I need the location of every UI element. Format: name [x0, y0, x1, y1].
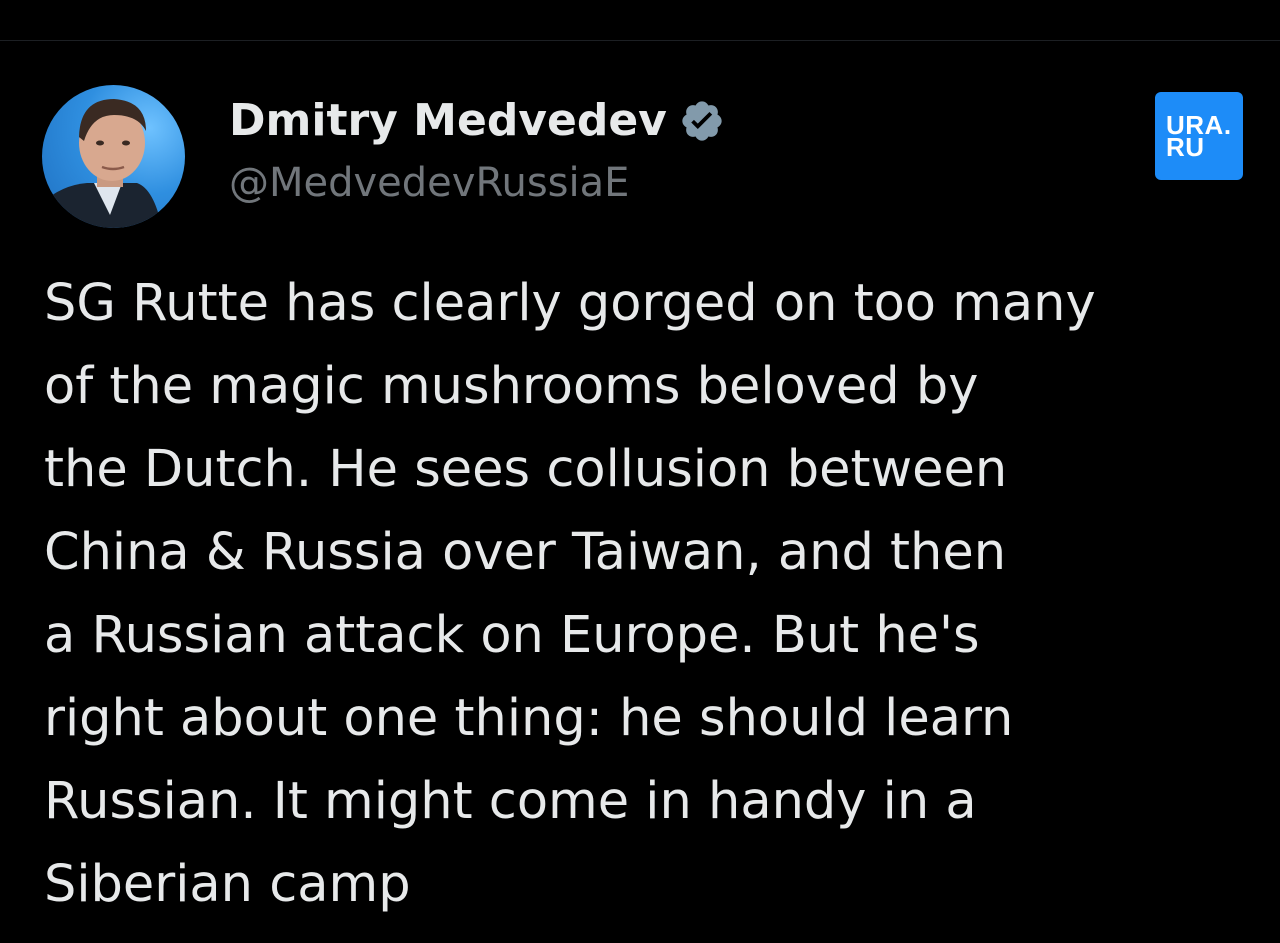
tweet-text-line: of the magic mushrooms beloved by [44, 357, 979, 416]
top-divider [0, 40, 1280, 41]
tweet-text-line: China & Russia over Taiwan, and then [44, 523, 1007, 582]
tweet-text-line: SG Rutte has clearly gorged on too many [44, 274, 1096, 333]
avatar-photo [42, 99, 162, 228]
tweet-text-line: Russian. It might come in handy in a [44, 772, 977, 831]
verified-badge-icon [679, 98, 725, 144]
author-name-row[interactable]: Dmitry Medvedev [229, 94, 725, 148]
tweet-text-line: right about one thing: he should learn [44, 689, 1014, 748]
tweet-text-line: the Dutch. He sees collusion between [44, 440, 1008, 499]
tweet-body: SG Rutte has clearly gorged on too many … [44, 262, 1259, 926]
ura-ru-watermark-logo: URA. RU [1155, 92, 1243, 180]
avatar[interactable] [42, 85, 185, 228]
author-handle[interactable]: @MedvedevRussiaE [229, 158, 629, 208]
author-display-name[interactable]: Dmitry Medvedev [229, 94, 667, 148]
tweet-text-line: Siberian camp [44, 855, 411, 914]
tweet-text-line: a Russian attack on Europe. But he's [44, 606, 980, 665]
